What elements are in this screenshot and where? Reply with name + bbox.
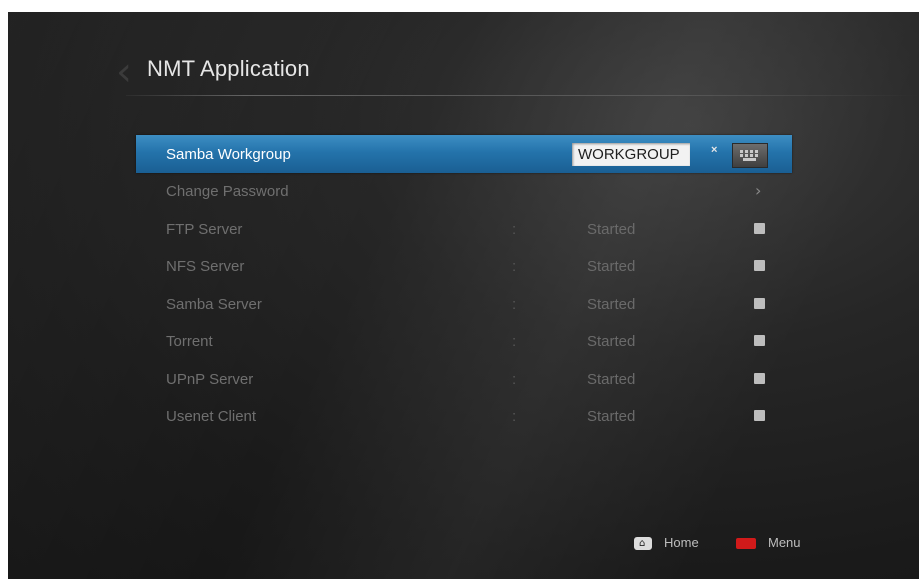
enable-checkbox[interactable] <box>754 410 765 421</box>
page-title: NMT Application <box>147 56 310 81</box>
menu-hint-label: Menu <box>768 535 801 550</box>
clear-icon[interactable]: × <box>711 144 717 156</box>
status-value: Started <box>587 220 636 238</box>
menu-key-icon[interactable] <box>736 538 756 549</box>
keyboard-icon[interactable] <box>732 143 768 168</box>
row-label: UPnP Server <box>166 370 254 388</box>
settings-row-upnp-server[interactable]: UPnP Server : Started <box>136 361 792 399</box>
row-separator: : <box>512 370 517 388</box>
enable-checkbox[interactable] <box>754 222 765 234</box>
row-separator: : <box>512 333 517 350</box>
settings-row-nfs-server[interactable]: NFS Server : Started <box>136 248 792 286</box>
status-value: Started <box>587 333 636 350</box>
row-label: Samba Workgroup <box>166 146 291 163</box>
row-label: Samba Server <box>166 295 262 313</box>
row-separator: : <box>512 220 517 238</box>
settings-row-samba-workgroup[interactable]: Samba Workgroup WORKGROUP × <box>136 135 792 173</box>
workgroup-input-value: WORKGROUP <box>578 146 680 163</box>
workgroup-input[interactable]: WORKGROUP <box>572 143 690 166</box>
back-arrow-icon[interactable]: ‹ <box>116 52 138 92</box>
settings-row-usenet-client[interactable]: Usenet Client : Started <box>136 398 792 436</box>
settings-row-samba-server[interactable]: Samba Server : Started <box>136 286 792 324</box>
home-hint-label: Home <box>664 535 699 550</box>
enable-checkbox[interactable] <box>754 260 765 271</box>
settings-list: Samba Workgroup WORKGROUP × Change Passw… <box>136 135 792 436</box>
row-label: NFS Server <box>166 258 245 275</box>
status-value: Started <box>587 370 636 388</box>
title-divider <box>126 95 919 96</box>
tv-screen: ‹ NMT Application Samba Workgroup WORKGR… <box>8 12 919 579</box>
row-separator: : <box>512 295 517 313</box>
row-separator: : <box>512 408 517 425</box>
row-label: Usenet Client <box>166 408 257 425</box>
row-label: Torrent <box>166 333 213 350</box>
status-value: Started <box>587 295 636 313</box>
home-icon[interactable]: ⌂ <box>634 537 652 550</box>
chevron-right-icon: › <box>755 181 762 200</box>
status-value: Started <box>587 258 636 275</box>
status-value: Started <box>587 408 636 425</box>
settings-row-change-password[interactable]: Change Password › <box>136 173 792 211</box>
settings-row-torrent[interactable]: Torrent : Started <box>136 323 792 361</box>
enable-checkbox[interactable] <box>754 372 765 384</box>
enable-checkbox[interactable] <box>754 297 765 309</box>
row-separator: : <box>512 258 517 275</box>
row-label: Change Password <box>166 183 289 200</box>
enable-checkbox[interactable] <box>754 335 765 346</box>
settings-row-ftp-server[interactable]: FTP Server : Started <box>136 211 792 249</box>
row-label: FTP Server <box>166 220 243 238</box>
